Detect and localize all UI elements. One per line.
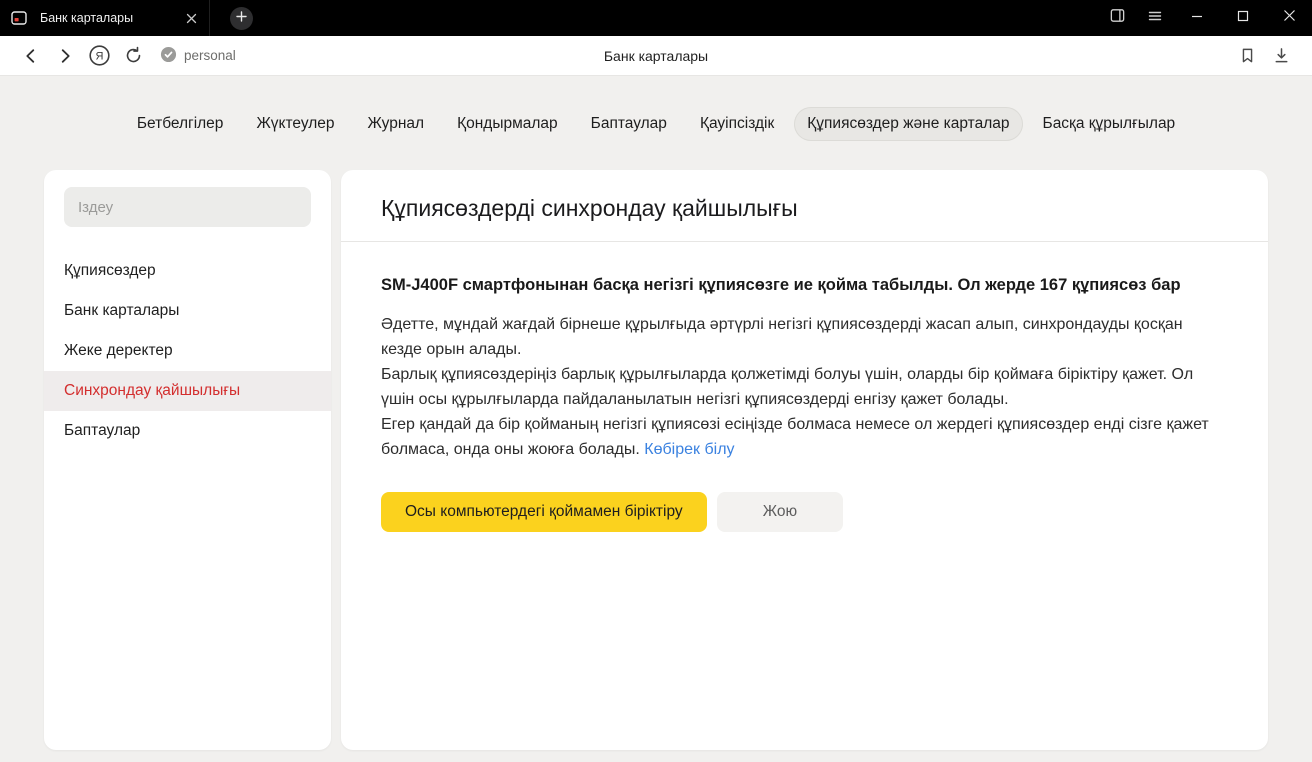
sidebar-item-settings[interactable]: Баптаулар bbox=[44, 411, 331, 451]
window-minimize-button[interactable] bbox=[1174, 0, 1220, 36]
new-tab-button[interactable] bbox=[230, 7, 253, 30]
sidebar-item-personal-data[interactable]: Жеке деректер bbox=[44, 331, 331, 371]
protect-label: personal bbox=[184, 48, 236, 63]
passwords-sidebar: Құпиясөздер Банк карталары Жеке деректер… bbox=[44, 170, 331, 750]
browser-toolbar: Я personal Банк карталары bbox=[0, 36, 1312, 76]
paragraph: Егер қандай да бір қойманың негізгі құпи… bbox=[381, 412, 1211, 462]
window-maximize-button[interactable] bbox=[1220, 0, 1266, 36]
browser-tab[interactable]: Банк карталары bbox=[40, 0, 210, 36]
nav-tab-security[interactable]: Қауіпсіздік bbox=[687, 107, 787, 141]
nav-tab-extensions[interactable]: Қондырмалар bbox=[444, 107, 571, 141]
window-close-button[interactable] bbox=[1266, 0, 1312, 36]
sidebar-item-bank-cards[interactable]: Банк карталары bbox=[44, 291, 331, 331]
learn-more-link[interactable]: Көбірек білу bbox=[644, 441, 734, 458]
conflict-heading: SM-J400F смартфонынан басқа негізгі құпи… bbox=[381, 273, 1211, 298]
nav-tab-settings[interactable]: Баптаулар bbox=[578, 107, 680, 141]
maximize-icon bbox=[1237, 9, 1249, 27]
plus-icon bbox=[236, 9, 247, 27]
download-icon bbox=[1272, 46, 1291, 65]
refresh-icon bbox=[124, 46, 143, 65]
conflict-description: Әдетте, мұндай жағдай бірнеше құрылғыда … bbox=[381, 312, 1211, 462]
nav-tab-passwords-and-cards[interactable]: Құпиясөздер және карталар bbox=[794, 107, 1022, 141]
delete-button[interactable]: Жою bbox=[717, 492, 843, 532]
forward-arrow-icon bbox=[55, 46, 75, 66]
protect-badge[interactable]: personal bbox=[160, 46, 236, 66]
browser-logo-icon bbox=[10, 9, 28, 27]
sync-conflict-panel: Құпиясөздерді синхрондау қайшылығы SM-J4… bbox=[341, 170, 1268, 750]
side-panel-button[interactable] bbox=[1098, 0, 1136, 36]
search-input[interactable] bbox=[64, 187, 311, 227]
merge-storage-button[interactable]: Осы компьютердегі қоймамен біріктіру bbox=[381, 492, 707, 532]
panel-title: Құпиясөздерді синхрондау қайшылығы bbox=[341, 170, 1268, 241]
tab-title: Банк карталары bbox=[40, 11, 174, 25]
sidebar-item-sync-conflict[interactable]: Синхрондау қайшылығы bbox=[44, 371, 331, 411]
svg-text:Я: Я bbox=[95, 51, 103, 63]
sidebar-item-passwords[interactable]: Құпиясөздер bbox=[44, 251, 331, 291]
yandex-home-button[interactable]: Я bbox=[82, 40, 116, 72]
nav-tab-other-devices[interactable]: Басқа құрылғылар bbox=[1030, 107, 1189, 141]
settings-nav: Бетбелгілер Жүктеулер Журнал Қондырмалар… bbox=[0, 76, 1312, 141]
tabs-menu-button[interactable] bbox=[1136, 0, 1174, 36]
hamburger-menu-icon bbox=[1147, 8, 1163, 29]
minimize-icon bbox=[1191, 9, 1203, 27]
browser-tab-bar: Банк карталары bbox=[0, 0, 1312, 36]
downloads-button[interactable] bbox=[1264, 40, 1298, 72]
refresh-button[interactable] bbox=[116, 40, 150, 72]
paragraph: Әдетте, мұндай жағдай бірнеше құрылғыда … bbox=[381, 312, 1211, 362]
side-panel-icon bbox=[1109, 7, 1126, 29]
settings-page: Бетбелгілер Жүктеулер Журнал Қондырмалар… bbox=[0, 76, 1312, 762]
nav-tab-downloads[interactable]: Жүктеулер bbox=[243, 107, 347, 141]
yandex-logo-icon: Я bbox=[88, 44, 111, 67]
paragraph: Барлық құпиясөздеріңіз барлық құрылғылар… bbox=[381, 362, 1211, 412]
tab-close-icon[interactable] bbox=[182, 9, 201, 28]
window-close-icon bbox=[1283, 9, 1296, 27]
sidebar-list: Құпиясөздер Банк карталары Жеке деректер… bbox=[44, 251, 331, 451]
forward-button[interactable] bbox=[48, 40, 82, 72]
back-button[interactable] bbox=[14, 40, 48, 72]
nav-tab-history[interactable]: Журнал bbox=[355, 107, 438, 141]
bookmark-flag-icon bbox=[1239, 47, 1256, 64]
bookmark-button[interactable] bbox=[1230, 40, 1264, 72]
nav-tab-bookmarks[interactable]: Бетбелгілер bbox=[124, 107, 237, 141]
back-arrow-icon bbox=[21, 46, 41, 66]
paragraph-text: Егер қандай да бір қойманың негізгі құпи… bbox=[381, 416, 1209, 458]
protect-status-icon bbox=[160, 46, 177, 66]
